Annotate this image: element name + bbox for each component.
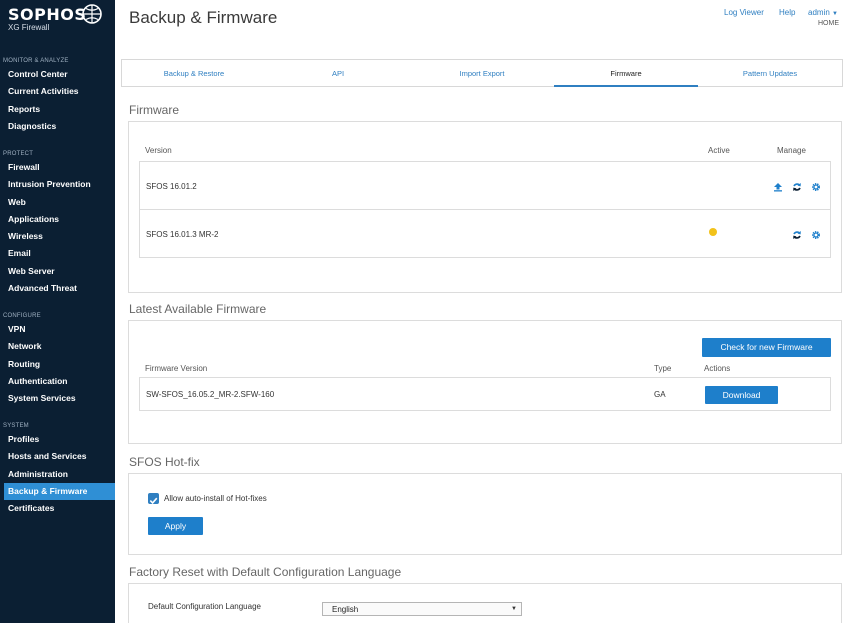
nav-item-web-server[interactable]: Web Server [0, 263, 115, 280]
nav-item-firewall[interactable]: Firewall [0, 159, 115, 176]
nav-item-backup-firmware[interactable]: Backup & Firmware [4, 482, 115, 501]
dropdown-arrow-icon: ▼ [511, 606, 517, 612]
auto-install-label: Allow auto-install of Hot-fixes [164, 494, 267, 503]
table-row [139, 209, 831, 258]
selected-language: English [332, 605, 359, 614]
nav-section-system: SYSTEM Profiles Hosts and Services Admin… [0, 422, 115, 517]
user-menu[interactable]: admin ▼ [808, 8, 838, 17]
nav-section-configure: CONFIGURE VPN Network Routing Authentica… [0, 312, 115, 407]
nav-item-intrusion-prevention[interactable]: Intrusion Prevention [0, 176, 115, 193]
default-language-select[interactable]: English ▼ [322, 602, 522, 616]
help-link[interactable]: Help [779, 8, 795, 17]
tab-firmware[interactable]: Firmware [554, 60, 698, 87]
hotfix-section-title: SFOS Hot-fix [129, 455, 200, 469]
factory-reset-section-title: Factory Reset with Default Configuration… [129, 565, 402, 579]
apply-button[interactable]: Apply [148, 517, 203, 535]
page-title: Backup & Firmware [129, 8, 278, 27]
globe-icon [82, 4, 102, 24]
refresh-icon[interactable] [792, 230, 802, 240]
default-language-label: Default Configuration Language [148, 602, 261, 611]
available-firmware-version: SW-SFOS_16.05.2_MR-2.SFW-160 [146, 390, 275, 399]
brand-product: XG Firewall [8, 23, 50, 32]
nav-item-control-center[interactable]: Control Center [0, 66, 115, 83]
column-header-version: Version [145, 146, 172, 155]
firmware-version: SFOS 16.01.3 MR-2 [146, 230, 219, 239]
nav-item-network[interactable]: Network [0, 338, 115, 355]
latest-firmware-section-title: Latest Available Firmware [129, 302, 267, 316]
nav-item-current-activities[interactable]: Current Activities [0, 83, 115, 100]
nav-item-routing[interactable]: Routing [0, 356, 115, 373]
tab-import-export[interactable]: Import Export [410, 60, 554, 86]
download-button[interactable]: Download [705, 386, 778, 404]
nav-section-protect: PROTECT Firewall Intrusion Prevention We… [0, 150, 115, 297]
log-viewer-link[interactable]: Log Viewer [724, 8, 764, 17]
firmware-version: SFOS 16.01.2 [146, 182, 197, 191]
nav-item-email[interactable]: Email [0, 245, 115, 262]
column-header-actions: Actions [704, 364, 731, 373]
user-name: admin [808, 8, 830, 17]
checkmark-icon [149, 497, 158, 505]
nav-item-diagnostics[interactable]: Diagnostics [0, 118, 115, 135]
tab-backup-restore[interactable]: Backup & Restore [122, 60, 266, 86]
nav-heading: MONITOR & ANALYZE [3, 58, 69, 64]
nav-item-authentication[interactable]: Authentication [0, 373, 115, 390]
nav-item-system-services[interactable]: System Services [0, 390, 115, 407]
nav-heading: CONFIGURE [3, 313, 41, 319]
firmware-section-title: Firmware [129, 103, 179, 117]
gear-icon[interactable] [811, 182, 821, 192]
firmware-type: GA [654, 390, 666, 399]
sidebar: SOPHOS XG Firewall MONITOR & ANALYZE Con… [0, 0, 115, 623]
brand-name: SOPHOS [8, 5, 87, 24]
nav-item-administration[interactable]: Administration [0, 466, 115, 483]
caret-down-icon: ▼ [832, 11, 838, 17]
nav-item-vpn[interactable]: VPN [0, 321, 115, 338]
nav-item-advanced-threat[interactable]: Advanced Threat [0, 280, 115, 297]
tab-pattern-updates[interactable]: Pattern Updates [698, 60, 842, 86]
nav-item-hosts-and-services[interactable]: Hosts and Services [0, 448, 115, 465]
nav-item-web[interactable]: Web [0, 194, 115, 211]
refresh-icon[interactable] [792, 182, 802, 192]
nav-heading: SYSTEM [3, 423, 29, 429]
nav-item-certificates[interactable]: Certificates [0, 500, 115, 517]
nav-item-wireless[interactable]: Wireless [0, 228, 115, 245]
nav-item-profiles[interactable]: Profiles [0, 431, 115, 448]
nav-section-monitor: MONITOR & ANALYZE Control Center Current… [0, 57, 115, 135]
column-header-type: Type [654, 364, 672, 373]
breadcrumb-home[interactable]: HOME [818, 20, 839, 27]
column-header-manage: Manage [777, 146, 806, 155]
nav-item-applications[interactable]: Applications [0, 211, 115, 228]
column-header-active: Active [708, 146, 730, 155]
brand-logo[interactable]: SOPHOS XG Firewall [8, 5, 86, 32]
tab-bar: Backup & Restore API Import Export Firmw… [121, 59, 843, 87]
check-new-firmware-button[interactable]: Check for new Firmware [702, 338, 831, 357]
auto-install-checkbox[interactable] [148, 493, 159, 505]
table-row [139, 161, 831, 210]
column-header-firmware-version: Firmware Version [145, 364, 208, 373]
upload-boot-icon[interactable] [773, 182, 783, 192]
active-indicator-icon [709, 228, 717, 236]
nav-item-reports[interactable]: Reports [0, 101, 115, 118]
tab-api[interactable]: API [266, 60, 410, 86]
nav-heading: PROTECT [3, 151, 34, 157]
hotfix-panel [128, 473, 842, 555]
gear-icon[interactable] [811, 230, 821, 240]
